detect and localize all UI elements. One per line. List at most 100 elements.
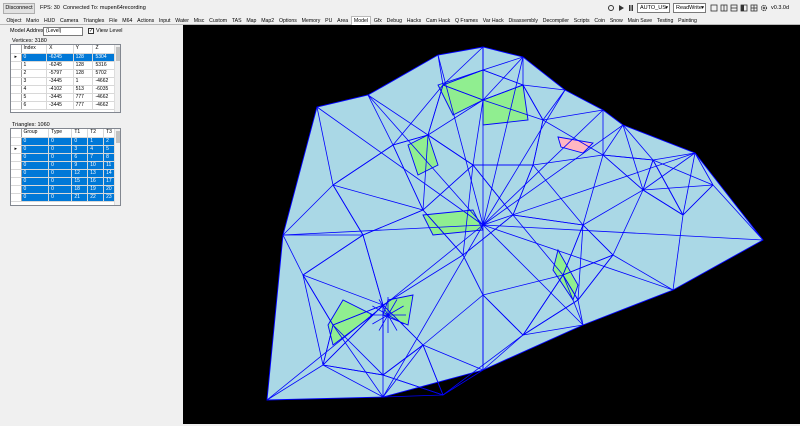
row-header[interactable] xyxy=(11,161,22,170)
layout-horizontal-icon[interactable] xyxy=(730,4,738,12)
table-cell[interactable]: -3445 xyxy=(46,101,74,110)
vertices-scrollbar[interactable] xyxy=(114,45,120,112)
table-cell[interactable]: 0 xyxy=(21,153,50,162)
table-cell[interactable]: 128 xyxy=(73,53,94,62)
table-cell[interactable]: 0 xyxy=(48,177,73,186)
view-level-checkbox[interactable]: ✓ xyxy=(88,28,94,34)
table-row[interactable]: 0 0 15 16 17 xyxy=(11,177,120,186)
table-row[interactable]: 0 0 9 10 11 xyxy=(11,161,120,170)
column-header[interactable]: X xyxy=(46,45,74,54)
layout-grid-icon[interactable] xyxy=(750,4,758,12)
tab-model[interactable]: Model xyxy=(350,16,372,25)
layout-single-icon[interactable] xyxy=(710,4,718,12)
table-cell[interactable]: 0 xyxy=(21,161,50,170)
table-cell[interactable]: 21 xyxy=(71,193,89,202)
table-cell[interactable]: 10 xyxy=(87,161,105,170)
table-cell[interactable]: 1 xyxy=(21,61,48,70)
table-cell[interactable]: 22 xyxy=(87,193,105,202)
column-header[interactable]: Type xyxy=(48,129,73,138)
table-cell[interactable]: 0 xyxy=(48,169,73,178)
vertices-table[interactable]: Index X Y Z ▸ 0 -6245 128 5304 1 -6245 128 5316 2 -57… xyxy=(10,44,121,113)
table-row[interactable]: ▸ 0 0 3 4 5 xyxy=(11,145,120,154)
row-header[interactable]: ▸ xyxy=(11,53,22,62)
triangles-table[interactable]: Group Type T1 T2 T3 0 0 0 1 2 ▸ 0 0 3 4 5 0 0 6 7 8 0 0 9 10 11 0… xyxy=(10,128,121,206)
table-cell[interactable]: -3445 xyxy=(46,93,74,102)
table-cell[interactable]: 0 xyxy=(71,137,89,146)
row-header[interactable] xyxy=(11,169,22,178)
table-cell[interactable]: 0 xyxy=(48,137,73,146)
row-header[interactable] xyxy=(11,101,22,110)
table-row[interactable]: 00012 xyxy=(11,137,120,146)
table-row[interactable]: 6 -3445 777 -4662 xyxy=(11,101,120,110)
row-header[interactable]: ▸ xyxy=(11,145,22,154)
table-cell[interactable]: 3 xyxy=(21,77,48,86)
table-cell[interactable]: 1 xyxy=(73,77,94,86)
table-cell[interactable]: 6 xyxy=(71,153,89,162)
table-cell[interactable]: 6 xyxy=(21,101,48,110)
table-cell[interactable]: 19 xyxy=(87,185,105,194)
table-row[interactable]: ▸ 0 -6245 128 5304 xyxy=(11,53,120,62)
table-cell[interactable]: 0 xyxy=(21,185,50,194)
table-cell[interactable]: 513 xyxy=(73,85,94,94)
table-cell[interactable]: -3445 xyxy=(46,77,74,86)
table-cell[interactable]: 777 xyxy=(73,101,94,110)
table-cell[interactable]: 128 xyxy=(73,69,94,78)
table-cell[interactable]: -5797 xyxy=(46,69,74,78)
record-icon[interactable] xyxy=(607,4,615,12)
column-header[interactable]: Y xyxy=(73,45,94,54)
table-row[interactable]: 00678 xyxy=(11,153,120,162)
table-row[interactable]: 2 -5797 128 5702 xyxy=(11,69,120,78)
table-cell[interactable]: 0 xyxy=(21,193,50,202)
row-header[interactable] xyxy=(11,177,22,186)
table-cell[interactable]: 7 xyxy=(87,153,105,162)
table-cell[interactable]: 0 xyxy=(48,193,73,202)
table-cell[interactable]: 16 xyxy=(87,177,105,186)
table-row[interactable]: 3 -3445 1 -4662 xyxy=(11,77,120,86)
table-cell[interactable]: 3 xyxy=(71,145,89,154)
model-address-field[interactable]: (Level) xyxy=(43,27,83,36)
mode-select[interactable]: ReadWrite ▾ xyxy=(673,3,706,13)
pause-icon[interactable] xyxy=(627,4,635,12)
table-cell[interactable]: 0 xyxy=(48,185,73,194)
table-cell[interactable]: 18 xyxy=(71,185,89,194)
table-row[interactable]: 0 0 12 13 14 xyxy=(11,169,120,178)
disconnect-button[interactable]: Disconnect xyxy=(3,3,35,14)
table-cell[interactable]: 13 xyxy=(87,169,105,178)
row-header[interactable] xyxy=(11,77,22,86)
table-cell[interactable]: 4 xyxy=(87,145,105,154)
row-header[interactable] xyxy=(11,61,22,70)
row-header[interactable] xyxy=(11,193,22,202)
table-cell[interactable]: -4102 xyxy=(46,85,74,94)
table-cell[interactable]: 0 xyxy=(48,161,73,170)
layout-vertical-icon[interactable] xyxy=(740,4,748,12)
region-select[interactable]: AUTO_US ▾ xyxy=(637,3,670,13)
table-cell[interactable]: -6245 xyxy=(46,61,74,70)
column-header[interactable]: Group xyxy=(21,129,50,138)
table-cell[interactable]: 12 xyxy=(71,169,89,178)
table-row[interactable]: 1 -6245 128 5316 xyxy=(11,61,120,70)
table-cell[interactable]: 2 xyxy=(21,69,48,78)
table-cell[interactable]: 9 xyxy=(71,161,89,170)
table-row[interactable]: 5 -3445 777 -4662 xyxy=(11,93,120,102)
table-cell[interactable]: 128 xyxy=(73,61,94,70)
layout-split-icon[interactable] xyxy=(720,4,728,12)
table-cell[interactable]: 0 xyxy=(21,169,50,178)
table-cell[interactable]: 0 xyxy=(21,53,48,62)
table-row[interactable]: 0 0 21 22 23 xyxy=(11,193,120,202)
table-cell[interactable]: -6245 xyxy=(46,53,74,62)
table-cell[interactable]: 777 xyxy=(73,93,94,102)
table-cell[interactable]: 15 xyxy=(71,177,89,186)
triangles-scrollbar[interactable] xyxy=(114,129,120,205)
row-header[interactable] xyxy=(11,93,22,102)
table-cell[interactable]: 0 xyxy=(21,145,50,154)
table-cell[interactable]: 1 xyxy=(87,137,105,146)
column-header[interactable]: Index xyxy=(21,45,48,54)
row-header[interactable] xyxy=(11,153,22,162)
table-cell[interactable]: 0 xyxy=(21,177,50,186)
gear-icon[interactable] xyxy=(760,4,768,12)
table-row[interactable]: 4 -4102 513 -6035 xyxy=(11,85,120,94)
row-header[interactable] xyxy=(11,137,22,146)
table-cell[interactable]: 5 xyxy=(21,93,48,102)
table-cell[interactable]: 0 xyxy=(21,137,50,146)
table-row[interactable]: 0 0 18 19 20 xyxy=(11,185,120,194)
